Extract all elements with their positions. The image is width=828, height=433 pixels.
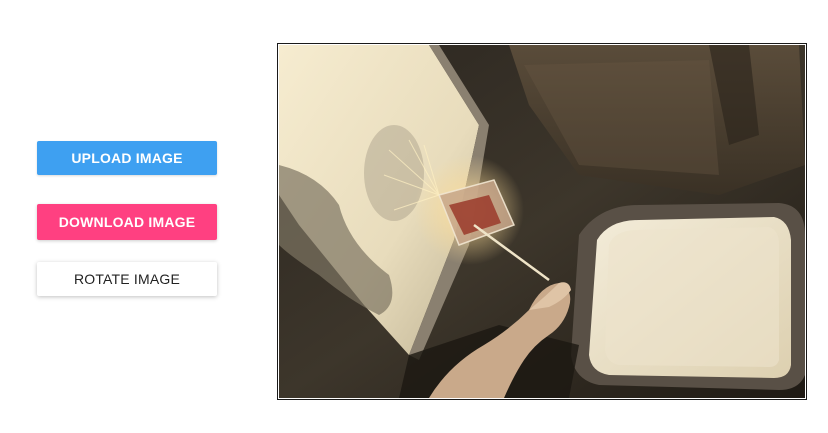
image-preview-frame — [277, 43, 807, 400]
rotate-image-button[interactable]: ROTATE IMAGE — [37, 262, 217, 296]
download-image-button[interactable]: DOWNLOAD IMAGE — [37, 204, 217, 240]
preview-image — [279, 45, 805, 398]
upload-image-button[interactable]: UPLOAD IMAGE — [37, 141, 217, 175]
